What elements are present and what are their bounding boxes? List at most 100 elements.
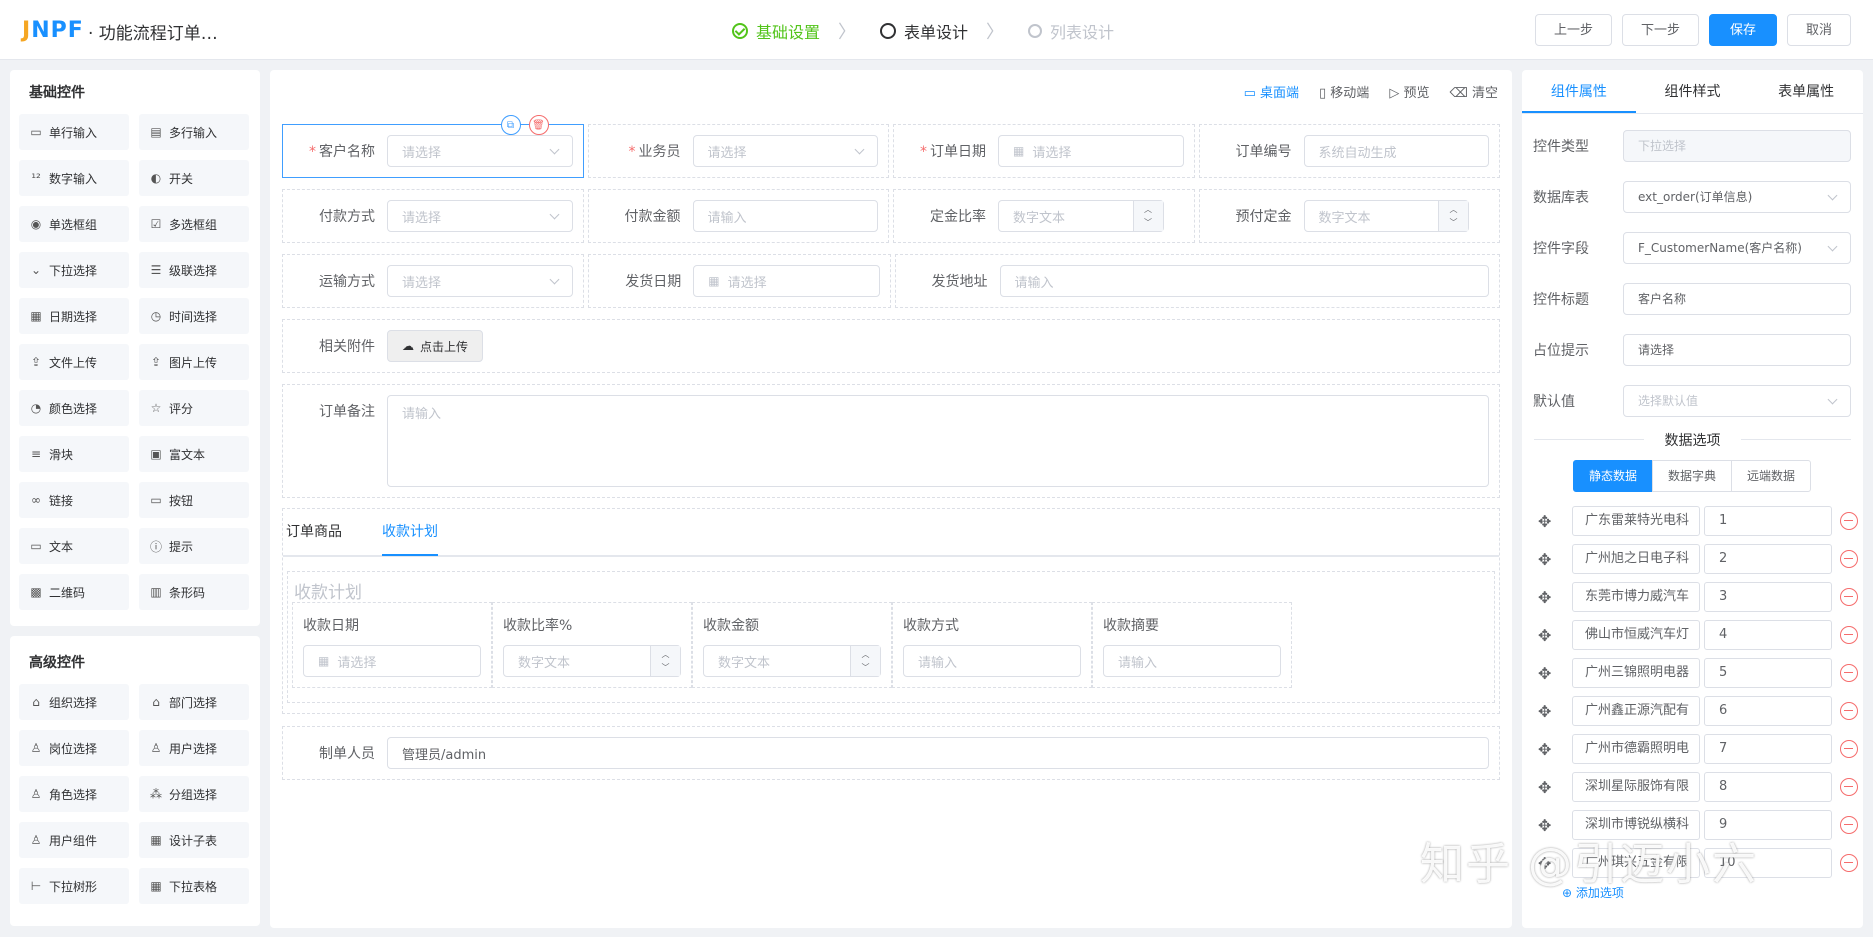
desktop-view-button[interactable]: ▭ 桌面端 bbox=[1244, 82, 1299, 101]
option-value-input[interactable]: 8 bbox=[1704, 772, 1832, 802]
remove-option-icon[interactable] bbox=[1840, 664, 1858, 682]
remove-option-icon[interactable] bbox=[1840, 550, 1858, 568]
palette-item[interactable]: ◔ 颜色选择 bbox=[19, 390, 129, 426]
option-label-input[interactable]: 广州旭之日电子科 bbox=[1572, 544, 1700, 574]
upload-button[interactable]: ☁ 点击上传 bbox=[387, 330, 484, 362]
form-field[interactable]: * 业务员 请选择 bbox=[587, 124, 889, 178]
next-step-button[interactable]: 下一步 bbox=[1621, 14, 1699, 46]
sub-table-column[interactable]: 收款比率% 数字文本 ︿ ﹀ bbox=[492, 602, 692, 688]
remark-textarea[interactable]: 请输入 bbox=[387, 395, 1489, 487]
option-value-input[interactable]: 1 bbox=[1704, 506, 1832, 536]
palette-item[interactable]: ⌂ 组织选择 bbox=[19, 684, 129, 720]
form-field[interactable]: 运输方式 请选择 bbox=[282, 254, 585, 308]
stepper-arrows[interactable]: ︿ ﹀ bbox=[650, 646, 680, 676]
remove-option-icon[interactable] bbox=[1840, 816, 1858, 834]
form-field-remark[interactable]: 订单备注 请输入 bbox=[282, 384, 1500, 498]
option-label-input[interactable]: 广东雷莱特光电科 bbox=[1572, 506, 1700, 536]
select-input[interactable]: 请选择 bbox=[692, 135, 878, 167]
text-input[interactable]: 请输入 bbox=[903, 645, 1081, 677]
form-field-creator[interactable]: 制单人员 管理员/admin bbox=[282, 726, 1500, 780]
form-field[interactable]: 发货日期 ▦ 请选择 bbox=[588, 254, 891, 308]
option-value-input[interactable]: 3 bbox=[1704, 582, 1832, 612]
palette-item[interactable]: ▦ 设计子表 bbox=[139, 822, 249, 858]
creator-input[interactable]: 管理员/admin bbox=[387, 737, 1489, 769]
prev-step-button[interactable]: 上一步 bbox=[1534, 14, 1612, 46]
select-input[interactable]: 请选择 bbox=[387, 135, 573, 167]
option-label-input[interactable]: 深圳星际服饰有限 bbox=[1572, 772, 1700, 802]
palette-item[interactable]: ☑ 多选框组 bbox=[139, 206, 249, 242]
mobile-view-button[interactable]: ▯ 移动端 bbox=[1319, 82, 1369, 101]
number-input[interactable]: 数字文本 ︿ ﹀ bbox=[998, 200, 1164, 232]
palette-item[interactable]: ♙ 用户组件 bbox=[19, 822, 129, 858]
sub-table-column[interactable]: 收款日期 ▦ 请选择 bbox=[292, 602, 492, 688]
property-input[interactable]: ext_order(订单信息) bbox=[1623, 180, 1851, 213]
drag-handle-icon[interactable]: ✥ bbox=[1538, 588, 1562, 607]
option-value-input[interactable]: 4 bbox=[1704, 620, 1832, 650]
tab-component-style[interactable]: 组件样式 bbox=[1636, 70, 1750, 113]
sub-table-column[interactable]: 收款方式 请输入 bbox=[892, 602, 1092, 688]
palette-item[interactable]: ⌂ 部门选择 bbox=[139, 684, 249, 720]
form-field[interactable]: 订单编号 系统自动生成 bbox=[1198, 124, 1500, 178]
form-field[interactable]: 定金比率 数字文本 ︿ ﹀ bbox=[893, 189, 1195, 243]
palette-item[interactable]: ▩ 二维码 bbox=[19, 574, 129, 610]
stepper-arrows[interactable]: ︿ ﹀ bbox=[1438, 201, 1468, 231]
palette-item[interactable]: ▦ 下拉表格 bbox=[139, 868, 249, 904]
palette-item[interactable]: ◐ 开关 bbox=[139, 160, 249, 196]
remove-option-icon[interactable] bbox=[1840, 626, 1858, 644]
property-input[interactable]: 选择默认值 bbox=[1623, 384, 1851, 417]
tab-component-props[interactable]: 组件属性 bbox=[1522, 70, 1636, 113]
cancel-button[interactable]: 取消 bbox=[1786, 14, 1851, 46]
option-label-input[interactable]: 东莞市博力威汽车 bbox=[1572, 582, 1700, 612]
palette-item[interactable]: ▣ 富文本 bbox=[139, 436, 249, 472]
palette-item[interactable]: ▤ 多行输入 bbox=[139, 114, 249, 150]
palette-item[interactable]: ⇪ 文件上传 bbox=[19, 344, 129, 380]
option-value-input[interactable]: 2 bbox=[1704, 544, 1832, 574]
form-field[interactable]: 发货地址 请输入 bbox=[894, 254, 1500, 308]
text-input[interactable]: 请输入 bbox=[692, 200, 878, 232]
palette-item[interactable]: ▭ 按钮 bbox=[139, 482, 249, 518]
number-input[interactable]: 数字文本 ︿ ﹀ bbox=[503, 645, 681, 677]
drag-handle-icon[interactable]: ✥ bbox=[1538, 778, 1562, 797]
option-value-input[interactable]: 5 bbox=[1704, 658, 1832, 688]
tab-form-props[interactable]: 表单属性 bbox=[1749, 70, 1863, 113]
option-label-input[interactable]: 广州三锦照明电器 bbox=[1572, 658, 1700, 688]
palette-item[interactable]: ⇪ 图片上传 bbox=[139, 344, 249, 380]
stepper-arrows[interactable]: ︿ ﹀ bbox=[1132, 201, 1163, 231]
palette-item[interactable]: ☰ 级联选择 bbox=[139, 252, 249, 288]
select-input[interactable]: 请选择 bbox=[387, 265, 574, 297]
palette-item[interactable]: ▭ 单行输入 bbox=[19, 114, 129, 150]
step-basic-settings[interactable]: 基础设置 bbox=[732, 19, 820, 43]
property-input[interactable]: 请选择 bbox=[1623, 333, 1851, 366]
palette-item[interactable]: ◷ 时间选择 bbox=[139, 298, 249, 334]
form-field[interactable]: 预付定金 数字文本 ︿ ﹀ bbox=[1198, 189, 1500, 243]
clear-button[interactable]: ⌫ 清空 bbox=[1449, 82, 1498, 101]
preview-button[interactable]: ▷ 预览 bbox=[1389, 82, 1429, 101]
text-input[interactable]: 请输入 bbox=[1103, 645, 1281, 677]
sub-table-column[interactable]: 收款金额 数字文本 ︿ ﹀ bbox=[692, 602, 892, 688]
remove-option-icon[interactable] bbox=[1840, 588, 1858, 606]
option-label-input[interactable]: 广州鑫正源汽配有 bbox=[1572, 696, 1700, 726]
form-field[interactable]: * 订单日期 ▦ 请选择 bbox=[893, 124, 1195, 178]
palette-item[interactable]: ☆ 评分 bbox=[139, 390, 249, 426]
form-field[interactable]: 付款方式 请选择 bbox=[282, 189, 584, 243]
save-button[interactable]: 保存 bbox=[1708, 14, 1777, 46]
copy-icon[interactable]: ⧉ bbox=[500, 115, 521, 135]
select-input[interactable]: 请选择 bbox=[387, 200, 573, 232]
drag-handle-icon[interactable]: ✥ bbox=[1538, 626, 1562, 645]
drag-handle-icon[interactable]: ✥ bbox=[1538, 740, 1562, 759]
form-field[interactable]: 付款金额 请输入 bbox=[587, 189, 889, 243]
remove-option-icon[interactable] bbox=[1840, 778, 1858, 796]
remove-option-icon[interactable] bbox=[1840, 740, 1858, 758]
step-form-design[interactable]: 表单设计 bbox=[880, 19, 968, 43]
number-input[interactable]: 数字文本 ︿ ﹀ bbox=[1303, 200, 1469, 232]
option-label-input[interactable]: 广州市德霸照明电 bbox=[1572, 734, 1700, 764]
option-value-input[interactable]: 7 bbox=[1704, 734, 1832, 764]
palette-item[interactable]: ∞ 链接 bbox=[19, 482, 129, 518]
text-input[interactable]: 系统自动生成 bbox=[1303, 135, 1489, 167]
drag-handle-icon[interactable]: ✥ bbox=[1538, 550, 1562, 569]
sub-table-column[interactable]: 收款摘要 请输入 bbox=[1092, 602, 1292, 688]
date-picker[interactable]: ▦ 请选择 bbox=[693, 265, 880, 297]
form-field-attachment[interactable]: 相关附件 ☁ 点击上传 bbox=[282, 319, 1500, 373]
palette-item[interactable]: ◉ 单选框组 bbox=[19, 206, 129, 242]
text-input[interactable]: 请输入 bbox=[999, 265, 1489, 297]
